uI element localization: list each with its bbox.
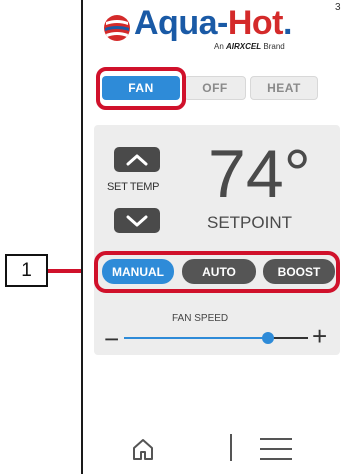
tagline-brand: AIRXCEL [226,42,262,51]
fan-speed-increase-button[interactable]: + [312,323,327,349]
home-icon[interactable] [131,437,155,461]
aqua-hot-logo: Aqua-Hot. An AIRXCEL Brand [102,4,334,56]
fan-speed-slider-handle[interactable] [261,332,274,344]
fan-button-highlight [96,67,186,110]
heat-mode-button[interactable]: HEAT [250,76,318,100]
brand-name-aqua: Aqua- [134,4,228,42]
set-temp-label: SET TEMP [107,181,160,193]
page-marker: 3 [335,2,341,13]
tagline-prefix: An [214,42,227,51]
aqua-hot-globe-icon [104,15,130,41]
brand-name: Aqua-Hot. [134,4,292,43]
fan-speed-slider-track[interactable] [124,337,268,339]
setpoint-temperature: 74° [208,136,311,212]
callout-number: 1 [21,259,32,281]
brand-tagline: An AIRXCEL Brand [214,42,285,51]
fan-speed-label: FAN SPEED [172,313,229,324]
fan-speed-decrease-button[interactable]: − [104,326,119,352]
tagline-suffix: Brand [261,42,285,51]
chevron-down-icon [126,215,148,226]
menu-icon[interactable] [260,436,292,462]
callout-number-box: 1 [5,254,48,287]
chevron-up-icon [126,154,148,165]
brand-name-dot: . [282,4,292,42]
nav-divider [230,434,232,461]
fan-speed-slider-remaining[interactable] [267,337,308,339]
temp-up-button[interactable] [114,147,160,172]
off-mode-button[interactable]: OFF [184,76,246,100]
fan-mode-highlight [94,251,340,293]
setpoint-label: SETPOINT [207,213,293,232]
brand-name-hot: Hot [227,4,284,42]
temp-down-button[interactable] [114,208,160,233]
